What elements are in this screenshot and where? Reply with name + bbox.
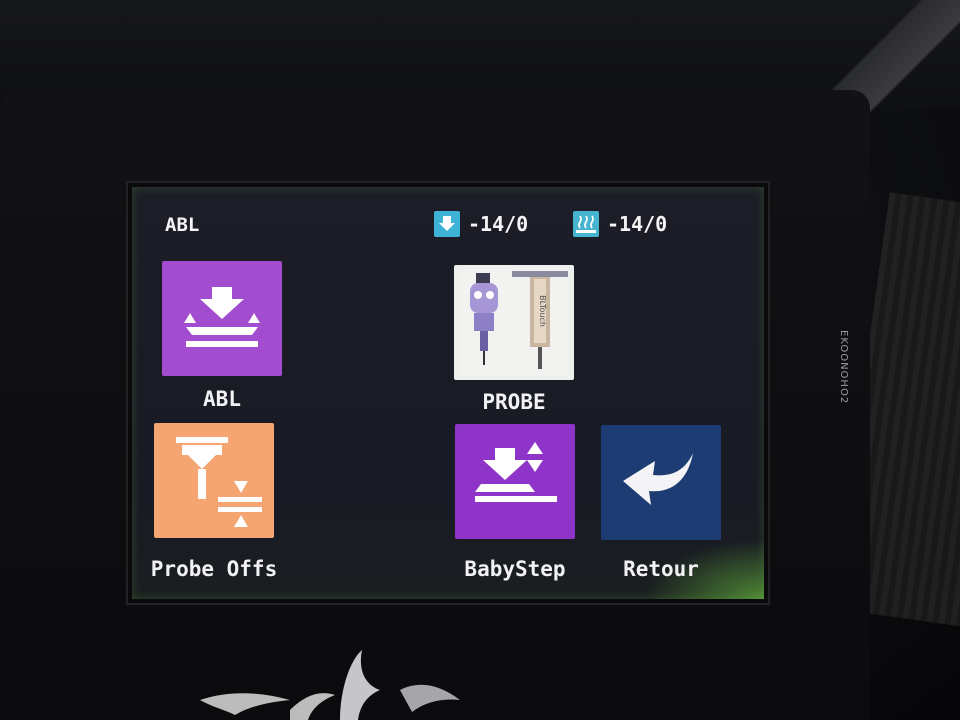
nozzle-temp-value: -14/0	[468, 212, 529, 236]
svg-text:BLTouch: BLTouch	[538, 295, 547, 327]
babystep-icon	[475, 442, 557, 502]
back-label: Retour	[623, 557, 699, 581]
nozzle-down-arrow-icon	[434, 211, 460, 237]
probe-offset-icon	[176, 437, 262, 527]
heated-bed-icon	[573, 211, 599, 237]
device-side-label: EKOONOHO2	[838, 330, 849, 405]
abl-button[interactable]	[162, 261, 282, 376]
dragon-logo	[200, 650, 460, 720]
probe-offset-label: Probe Offs	[150, 557, 278, 581]
touchscreen: ABL -14/0 -14/0 ABL BLTouch PROBE Probe …	[128, 183, 768, 603]
bed-temp-value: -14/0	[607, 212, 668, 236]
probe-offset-button[interactable]	[154, 423, 274, 538]
probe-label: PROBE	[482, 390, 546, 414]
nozzle-temp-status: -14/0	[434, 211, 528, 237]
page-title: ABL	[165, 214, 200, 236]
abl-label: ABL	[203, 387, 241, 411]
probe-button[interactable]: BLTouch	[454, 265, 574, 380]
babystep-label: BabyStep	[464, 557, 566, 581]
bltouch-probe-icon: BLTouch	[460, 269, 568, 375]
babystep-button[interactable]	[455, 424, 575, 539]
bed-temp-status: -14/0	[573, 211, 667, 237]
back-button[interactable]	[601, 425, 721, 540]
back-arrow-icon	[623, 453, 693, 505]
bed-leveling-icon	[184, 287, 260, 347]
